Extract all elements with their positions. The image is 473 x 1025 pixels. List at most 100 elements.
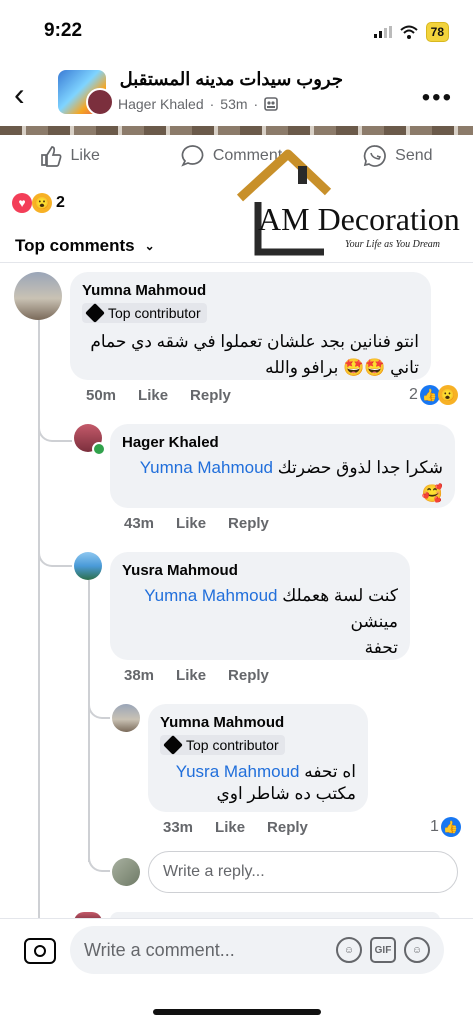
my-avatar (112, 858, 140, 886)
comment-text: شكرا جدا لذوق حضرتك Yumna Mahmoud 🥰 (122, 455, 443, 507)
comment-author[interactable]: Yumna Mahmoud (160, 714, 356, 731)
thread-connector (88, 697, 110, 719)
camera-icon[interactable] (24, 938, 56, 964)
badge-label: Top contributor (186, 737, 279, 753)
comment-text: انتو فنانين بجد علشان تعملوا في شقه دي ح… (82, 329, 419, 381)
divider (0, 262, 473, 263)
thread-connector (38, 420, 72, 442)
sort-label: Top comments (15, 236, 135, 255)
poster-avatar[interactable] (86, 88, 114, 116)
online-status-dot (92, 442, 106, 456)
comment-placeholder: Write a comment... (84, 939, 235, 960)
comment-reactions[interactable]: 1 👍 (430, 817, 461, 837)
avatar[interactable] (14, 272, 62, 320)
love-reaction-icon: ♥ (12, 193, 32, 213)
comment-text-line: مينشن (350, 612, 398, 631)
emoji-icon[interactable]: ☺ (404, 937, 430, 963)
thread-line (38, 318, 40, 918)
comment-text-line: تحفة (364, 638, 398, 657)
comment-text-line: مكتب ده شاطر اوي (216, 784, 356, 803)
comment-author[interactable]: Yusra Mahmoud (122, 562, 398, 579)
comment-like-button[interactable]: Like (215, 819, 245, 836)
comment-reply-button[interactable]: Reply (228, 667, 269, 684)
comment-like-button[interactable]: Like (176, 667, 206, 684)
mention-link[interactable]: Yumna Mahmoud (144, 586, 277, 605)
post-meta: Hager Khaled · 53m · (118, 96, 279, 112)
comment-author[interactable]: Yumna Mahmoud (82, 282, 419, 299)
comment-bubble[interactable]: Hager Khaled شكرا جدا لذوق حضرتك Yumna M… (110, 424, 455, 508)
top-contributor-badge: Top contributor (160, 735, 285, 755)
comment-text-line: تاني 🤩🤩 برافو والله (265, 358, 419, 377)
separator-dot: · (209, 96, 215, 112)
send-button[interactable]: Send (363, 144, 433, 168)
wow-reaction-icon: 😮 (32, 193, 52, 213)
gif-icon[interactable]: GIF (370, 937, 396, 963)
wifi-icon (399, 25, 418, 39)
watermark-brand: AM Decoration (258, 201, 460, 237)
send-label: Send (395, 147, 433, 164)
comment-bubble[interactable]: Yumna Mahmoud Top contributor اه تحفه Yu… (148, 704, 368, 812)
mention-link[interactable]: Yusra Mahmoud (176, 762, 300, 781)
thread-line (88, 580, 90, 862)
watermark-tagline: Your Life as You Dream (345, 239, 441, 250)
comment-meta: 50m Like Reply (86, 387, 231, 404)
comment-time: 50m (86, 387, 117, 404)
comment-text-line: انتو فنانين بجد علشان تعملوا في شقه دي ح… (90, 332, 419, 351)
like-reaction-icon: 👍 (419, 385, 440, 405)
thread-connector (38, 545, 72, 567)
send-icon (363, 145, 386, 167)
comment-reply-button[interactable]: Reply (267, 819, 308, 836)
wow-reaction-icon: 😮 (437, 385, 458, 405)
post-time: 53m (220, 96, 248, 112)
comment-input[interactable]: Write a comment... ☺ GIF ☺ (70, 926, 444, 974)
like-label: Like (70, 147, 100, 164)
comment-bubble[interactable]: Yumna Mahmoud Top contributor انتو فناني… (70, 272, 431, 380)
reactions-summary[interactable]: ♥ 😮 2 (12, 193, 65, 213)
comment-reply-button[interactable]: Reply (190, 387, 231, 404)
battery-indicator: 78 (425, 22, 449, 42)
comment-reply-button[interactable]: Reply (228, 515, 269, 532)
comment-reaction-count: 1 (430, 818, 439, 835)
post-image-strip (0, 126, 473, 135)
watermark-house-logo (236, 149, 332, 256)
comment-emoji: 🥰 (421, 484, 443, 503)
comment-reactions[interactable]: 2 👍 😮 (409, 385, 458, 405)
like-button[interactable]: Like (40, 145, 100, 167)
reply-input[interactable]: Write a reply... (148, 851, 458, 893)
chevron-down-icon: ⌄ (144, 239, 155, 253)
comment-bubble[interactable]: Yusra Mahmoud كنت لسة هعملك Yumna Mahmou… (110, 552, 410, 660)
reply-placeholder: Write a reply... (163, 863, 265, 880)
badge-label: Top contributor (108, 305, 201, 321)
back-arrow-icon[interactable]: ‹ (14, 78, 25, 110)
comment-time: 38m (124, 667, 155, 684)
avatar[interactable] (74, 552, 102, 580)
mention-link[interactable]: Yumna Mahmoud (140, 458, 273, 477)
avatar[interactable] (112, 704, 140, 732)
more-icon[interactable]: ••• (422, 84, 453, 112)
comment-text: كنت لسة هعملك Yumna Mahmoud مينشن تحفة (122, 583, 398, 661)
poster-name[interactable]: Hager Khaled (118, 96, 204, 112)
comment-meta: 43m Like Reply (124, 515, 269, 532)
comment-time: 33m (163, 819, 194, 836)
comment-like-button[interactable]: Like (138, 387, 168, 404)
comment-sort-dropdown[interactable]: Top comments ⌄ (15, 236, 155, 256)
comment-like-button[interactable]: Like (176, 515, 206, 532)
home-indicator (153, 1009, 321, 1015)
status-icons: 78 (373, 22, 449, 42)
avatar-sticker-icon[interactable]: ☺ (336, 937, 362, 963)
group-name[interactable]: جروب سيدات مدينه المستقبل (118, 69, 343, 90)
comment-meta: 33m Like Reply (163, 819, 308, 836)
reaction-count: 2 (56, 194, 65, 211)
comment-time: 43m (124, 515, 155, 532)
like-reaction-icon: 👍 (440, 817, 461, 837)
comment-text-line: شكرا جدا لذوق حضرتك (277, 458, 443, 477)
comment-author[interactable]: Hager Khaled (122, 434, 443, 451)
top-contributor-icon (85, 303, 105, 323)
comment-reaction-count: 2 (409, 386, 418, 403)
comment-text-line: كنت لسة هعملك (282, 586, 398, 605)
comment-text-line: اه تحفه (304, 762, 356, 781)
top-contributor-icon (163, 735, 183, 755)
thread-connector (88, 850, 110, 872)
top-contributor-badge: Top contributor (82, 303, 207, 323)
comment-text: اه تحفه Yusra Mahmoud مكتب ده شاطر اوي (160, 761, 356, 805)
